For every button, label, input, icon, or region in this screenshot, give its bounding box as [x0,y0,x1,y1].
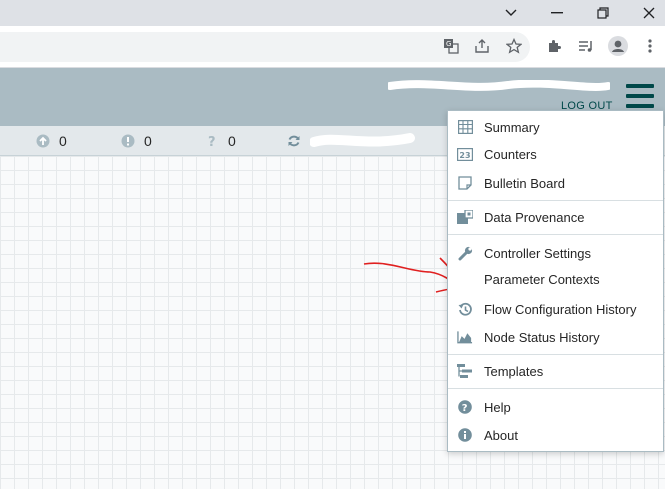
browser-toolbar: G [0,26,665,68]
menu-item-templates[interactable]: Templates [448,358,663,384]
up-to-date-count: 0 [59,132,67,149]
restore-button[interactable] [580,0,626,26]
menu-divider [448,200,663,201]
svg-text:23: 23 [459,150,470,159]
svg-text:?: ? [462,403,468,414]
menu-item-counters[interactable]: 23 Counters [448,141,663,167]
svg-text:G: G [446,40,451,48]
global-menu: Summary 23 Counters Bulletin Board Data … [447,110,664,452]
locally-modified-count: 0 [144,132,152,149]
refresh-icon[interactable] [287,134,301,148]
question-mark-icon: ? [205,134,219,148]
table-icon [457,119,473,135]
info-icon [457,427,473,443]
reading-list-icon[interactable] [576,36,596,56]
help-icon: ? [457,399,473,415]
menu-item-node-status-history[interactable]: Node Status History [448,324,663,350]
minimize-button[interactable] [534,0,580,26]
tab-search-chevron-icon[interactable] [488,0,534,26]
menu-item-controller-settings[interactable]: Controller Settings [448,240,663,266]
sync-failure-count: 0 [228,132,236,149]
menu-item-data-provenance[interactable]: Data Provenance [448,204,663,230]
menu-divider [448,234,663,235]
menu-item-summary[interactable]: Summary [448,114,663,140]
sync-failure-status: ? 0 [205,126,236,155]
translate-icon[interactable]: G [441,36,461,56]
menu-divider [448,354,663,355]
extensions-icon[interactable] [544,36,564,56]
exclamation-circle-icon [121,134,135,148]
locally-modified-status: 0 [121,126,152,155]
svg-text:?: ? [208,135,216,148]
redacted-refresh-time [310,132,415,147]
browser-title-bar [0,0,665,26]
menu-item-flow-configuration-history[interactable]: Flow Configuration History [448,296,663,322]
up-to-date-status: 0 [36,126,67,155]
menu-item-parameter-contexts[interactable]: Parameter Contexts [448,266,663,292]
close-button[interactable] [626,0,665,26]
history-icon [457,301,473,317]
note-icon [457,175,473,191]
global-menu-hamburger-icon[interactable] [626,84,654,108]
templates-icon [457,363,473,379]
menu-item-bulletin-board[interactable]: Bulletin Board [448,170,663,196]
browser-menu-icon[interactable] [640,36,660,56]
redacted-user-identity [388,80,610,91]
up-arrow-circle-icon [36,134,50,148]
last-refreshed-status[interactable] [287,126,415,155]
share-icon[interactable] [472,36,492,56]
menu-divider [448,388,663,389]
wrench-icon [457,245,473,261]
counters-icon: 23 [457,146,473,162]
area-chart-icon [457,329,473,345]
profile-avatar-icon[interactable] [608,36,628,56]
menu-item-help[interactable]: ? Help [448,394,663,420]
provenance-icon [457,209,473,225]
menu-item-about[interactable]: About [448,422,663,448]
bookmark-star-icon[interactable] [504,36,524,56]
